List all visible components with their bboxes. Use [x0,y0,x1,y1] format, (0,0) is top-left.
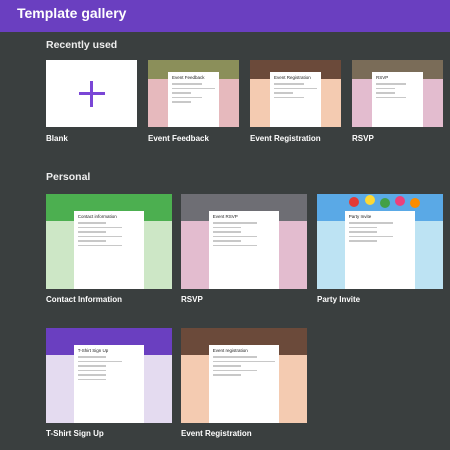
template-card-event-registration[interactable]: Event Registration [250,60,341,127]
form-preview-title: Event RSVP [212,214,238,220]
template-label-blank: Blank [46,134,68,143]
form-preview: RSVP [372,72,423,127]
section-title-recently-used: Recently used [46,39,118,51]
template-card-event-registration-personal[interactable]: Event registration [181,328,307,423]
form-preview: Event RSVP [208,211,280,289]
template-card-rsvp[interactable]: RSVP [352,60,443,127]
form-preview: Event Registration [270,72,321,127]
template-card-blank[interactable] [46,60,137,127]
template-label-rsvp-personal: RSVP [181,295,203,304]
section-title-personal: Personal [46,171,91,183]
form-preview: Event registration [208,345,280,423]
form-preview-title: RSVP [376,75,389,81]
form-preview-title: Event Feedback [172,75,205,81]
template-card-contact-information[interactable]: Contact information [46,194,172,289]
form-preview: T-Shirt Sign Up [73,345,145,423]
plus-icon [46,60,137,127]
form-preview: Party Invite [344,211,416,289]
template-label-party-invite: Party Invite [317,295,361,304]
template-label-event-registration: Event Registration [250,134,321,143]
form-preview-title: T-Shirt Sign Up [77,348,109,354]
form-preview-title: Event Registration [274,75,311,81]
template-card-event-feedback[interactable]: Event Feedback [148,60,239,127]
template-label-event-registration-personal: Event Registration [181,429,252,438]
template-card-tshirt-sign-up[interactable]: T-Shirt Sign Up [46,328,172,423]
page-title: Template gallery [17,5,127,21]
form-preview: Contact information [73,211,145,289]
top-bar: Template gallery [0,0,450,32]
template-card-party-invite[interactable]: Party Invite [317,194,443,289]
template-label-tshirt-sign-up: T-Shirt Sign Up [46,429,104,438]
template-card-rsvp-personal[interactable]: Event RSVP [181,194,307,289]
form-preview-title: Event registration [212,348,248,354]
template-label-contact-information: Contact Information [46,295,122,304]
form-preview-title: Party Invite [348,214,372,220]
template-label-event-feedback: Event Feedback [148,134,209,143]
form-preview: Event Feedback [168,72,219,127]
form-preview-title: Contact information [77,214,117,220]
template-label-rsvp: RSVP [352,134,374,143]
